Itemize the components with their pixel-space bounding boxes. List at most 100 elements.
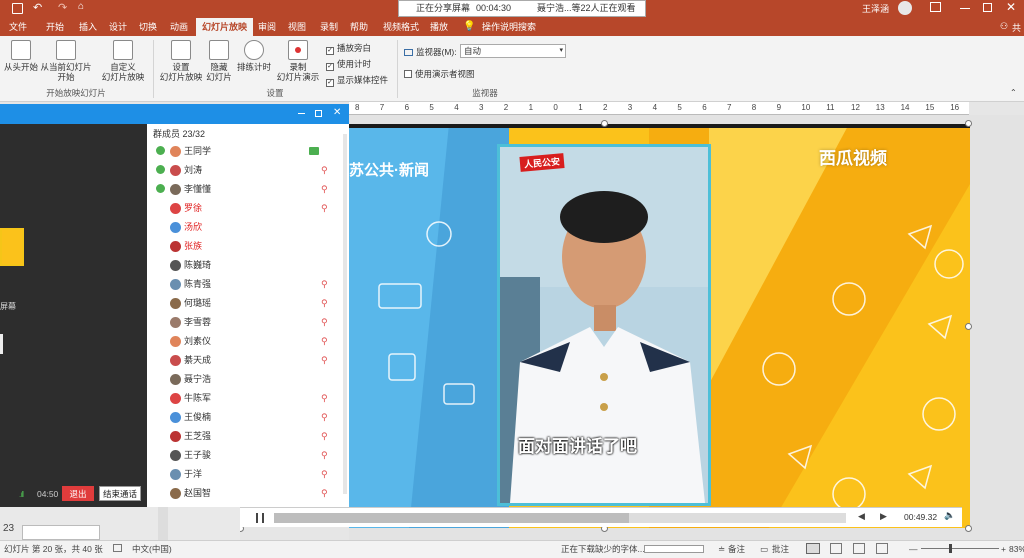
tab-animations[interactable]: 动画 xyxy=(164,18,194,36)
resize-handle[interactable] xyxy=(965,323,972,330)
collapse-ribbon-icon[interactable]: ⌃ xyxy=(1010,88,1017,97)
show-media-checkbox[interactable]: ✓ 显示媒体控件 xyxy=(326,74,388,87)
close-icon[interactable]: ✕ xyxy=(1006,0,1016,14)
volume-icon[interactable]: 🔈 xyxy=(944,510,955,521)
save-icon[interactable] xyxy=(12,3,23,14)
member-scrollbar[interactable] xyxy=(343,134,347,494)
slideshow-view-icon[interactable] xyxy=(876,543,888,554)
tell-me-search[interactable]: 操作说明搜索 xyxy=(476,18,542,36)
member-name: 李懂懂 xyxy=(184,184,212,194)
restore-icon[interactable] xyxy=(983,3,992,12)
use-timings-checkbox[interactable]: ✓ 使用计时 xyxy=(326,58,371,71)
skip-back-icon[interactable]: ◀ xyxy=(858,511,865,522)
shared-screen-thumbnail[interactable] xyxy=(0,228,24,266)
list-item[interactable]: 何璐瑶 ⚲ xyxy=(147,294,349,312)
minimize-icon[interactable] xyxy=(960,8,970,9)
tab-file[interactable]: 文件 xyxy=(3,18,33,36)
video-seek-bar[interactable] xyxy=(274,513,846,523)
panel-scrollbar[interactable] xyxy=(158,507,168,540)
slide-sorter-icon[interactable] xyxy=(830,543,842,554)
list-item[interactable]: 聂宁浩 xyxy=(147,370,349,388)
redo-icon[interactable]: ↷ xyxy=(58,1,67,14)
tab-insert[interactable]: 插入 xyxy=(73,18,103,36)
list-item[interactable]: 王俊楠 ⚲ xyxy=(147,408,349,426)
call-window-titlebar[interactable]: ✕ xyxy=(0,104,349,124)
record-button[interactable]: 录制 幻灯片演示 xyxy=(274,40,322,82)
monitor-select[interactable]: 自动 ▾ xyxy=(460,44,566,58)
zoom-level[interactable]: 83% xyxy=(1009,541,1024,557)
tab-playback[interactable]: 播放 xyxy=(424,18,454,36)
zoom-slider[interactable] xyxy=(921,544,999,553)
tab-record[interactable]: 录制 xyxy=(314,18,344,36)
close-icon[interactable]: ✕ xyxy=(333,107,341,118)
customize-icon[interactable]: ⌂ xyxy=(78,1,84,12)
tab-video-format[interactable]: 视频格式 xyxy=(377,18,425,36)
muted-mic-icon: ⚲ xyxy=(321,336,328,346)
share-button[interactable]: 共 xyxy=(1012,21,1021,34)
list-item[interactable]: 王同学 xyxy=(147,142,349,160)
list-item[interactable]: 牛陈军 ⚲ xyxy=(147,389,349,407)
list-item[interactable]: 王芝强 ⚲ xyxy=(147,427,349,445)
list-item[interactable]: 刘素仪 ⚲ xyxy=(147,332,349,350)
presenter-view-checkbox[interactable]: 使用演示者视图 xyxy=(404,68,475,80)
resize-handle[interactable] xyxy=(965,120,972,127)
setup-show-button[interactable]: 设置 幻灯片放映 xyxy=(158,40,204,82)
ribbon-display-icon[interactable] xyxy=(930,2,941,12)
from-current-button[interactable]: 从当前幻灯片 开始 xyxy=(40,40,92,82)
stopwatch-icon xyxy=(244,40,264,60)
resize-handle[interactable] xyxy=(601,120,608,127)
tab-review[interactable]: 审阅 xyxy=(252,18,282,36)
tab-design[interactable]: 设计 xyxy=(103,18,133,36)
maximize-icon[interactable] xyxy=(315,110,322,117)
list-item[interactable]: 赵国智 ⚲ xyxy=(147,484,349,502)
tab-view[interactable]: 视图 xyxy=(282,18,312,36)
play-narration-checkbox[interactable]: ✓ 播放旁白 xyxy=(326,42,371,55)
zoom-in-icon[interactable]: + xyxy=(1001,541,1006,557)
list-item[interactable]: 刘涛 ⚲ xyxy=(147,161,349,179)
list-item[interactable]: 罗徐 ⚲ xyxy=(147,199,349,217)
zoom-slider-thumb[interactable] xyxy=(949,544,952,553)
end-call-button[interactable]: 结束通话 xyxy=(99,486,141,501)
tab-slideshow[interactable]: 幻灯片放映 xyxy=(196,18,254,36)
list-item[interactable]: 于洋 ⚲ xyxy=(147,465,349,483)
from-start-button[interactable]: 从头开始 xyxy=(4,40,38,72)
list-item[interactable]: 李懂懂 ⚲ xyxy=(147,180,349,198)
zoom-out-icon[interactable]: — xyxy=(909,541,918,557)
accessibility-icon[interactable] xyxy=(113,544,122,552)
language[interactable]: 中文(中国) xyxy=(132,541,172,557)
share-user-icon[interactable]: ⚇ xyxy=(1000,21,1008,32)
list-item[interactable]: 汤欣 xyxy=(147,218,349,236)
tab-transitions[interactable]: 切换 xyxy=(133,18,163,36)
ruler-tick: 7 xyxy=(727,103,732,112)
skip-forward-icon[interactable]: ▶ xyxy=(880,511,887,522)
normal-view-icon[interactable] xyxy=(806,543,820,554)
undo-icon[interactable]: ↶ xyxy=(33,1,42,14)
side-handle[interactable] xyxy=(0,334,3,354)
tab-help[interactable]: 帮助 xyxy=(344,18,374,36)
hide-slide-button[interactable]: 隐藏 幻灯片 xyxy=(204,40,234,82)
list-item[interactable]: 张族 xyxy=(147,237,349,255)
reading-view-icon[interactable] xyxy=(853,543,865,554)
tab-home[interactable]: 开始 xyxy=(40,18,70,36)
muted-mic-icon: ⚲ xyxy=(321,279,328,289)
notes-button[interactable]: 备注 xyxy=(728,541,745,557)
muted-mic-icon: ⚲ xyxy=(321,355,328,365)
ribbon: 从头开始 从当前幻灯片 开始 自定义 幻灯片放映 开始放映幻灯片 设置 幻灯片放… xyxy=(0,36,1024,102)
list-item[interactable]: 陈青强 ⚲ xyxy=(147,275,349,293)
custom-show-button[interactable]: 自定义 幻灯片放映 xyxy=(96,40,150,82)
list-item[interactable]: 綦天成 ⚲ xyxy=(147,351,349,369)
resize-handle[interactable] xyxy=(965,525,972,532)
video-frame[interactable]: 人民公安 面对面讲话了吧 xyxy=(497,144,711,506)
member-name: 李雪蓉 xyxy=(184,317,212,327)
pause-icon[interactable] xyxy=(256,513,264,523)
exit-button[interactable]: 退出 xyxy=(62,486,94,501)
list-item[interactable]: 陈巍琦 xyxy=(147,256,349,274)
list-item[interactable]: 王子骏 ⚲ xyxy=(147,446,349,464)
slide-thumbnail[interactable] xyxy=(22,525,100,540)
user-icon xyxy=(156,469,165,478)
rehearse-button[interactable]: 排练计时 xyxy=(236,40,272,72)
minimize-icon[interactable] xyxy=(298,113,305,114)
list-item[interactable]: 李雪蓉 ⚲ xyxy=(147,313,349,331)
avatar[interactable] xyxy=(898,1,912,15)
comments-button[interactable]: 批注 xyxy=(772,541,789,557)
